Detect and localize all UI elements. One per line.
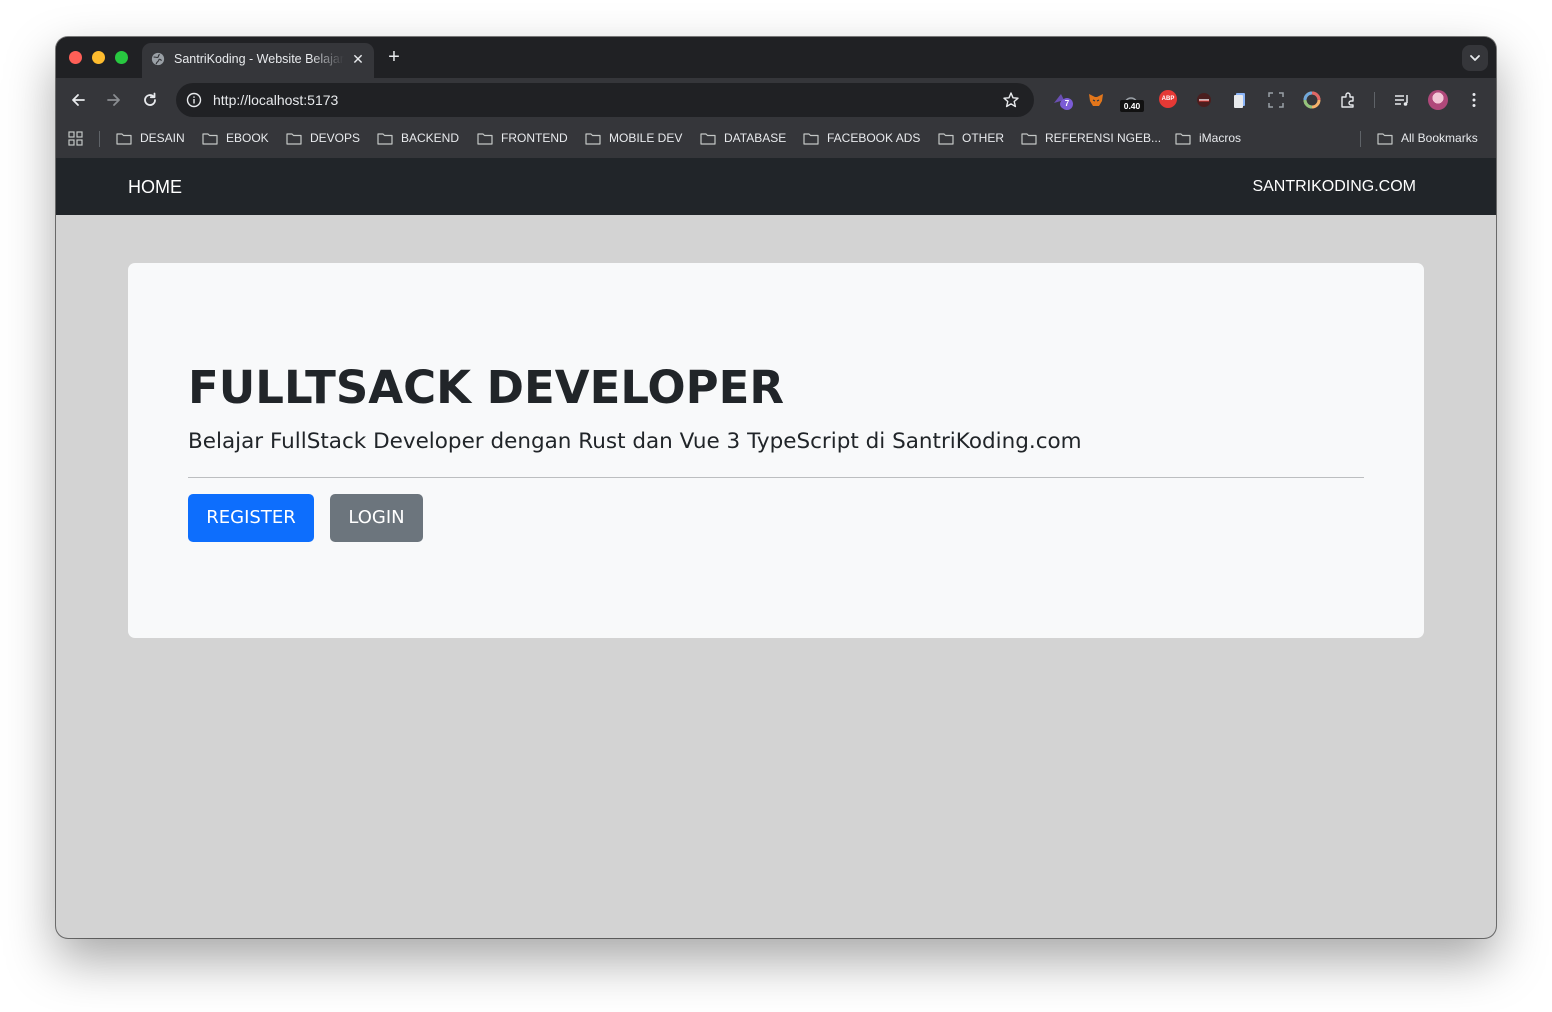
register-button[interactable]: REGISTER xyxy=(188,494,314,542)
bookmark-folder-mobile-dev[interactable]: MOBILE DEV xyxy=(585,122,682,154)
bookmark-label: DATABASE xyxy=(724,131,787,145)
bookmarks-separator xyxy=(1360,131,1361,147)
adblock-label: ABP xyxy=(1161,96,1175,102)
all-bookmarks-label: All Bookmarks xyxy=(1401,131,1478,145)
zoom-window-button[interactable] xyxy=(115,51,128,64)
all-bookmarks-button[interactable]: All Bookmarks xyxy=(1377,122,1478,154)
mustache-extension-icon[interactable] xyxy=(1195,91,1213,109)
folder-icon xyxy=(477,132,493,145)
bookmark-label: DEVOPS xyxy=(310,131,361,145)
site-info-icon[interactable] xyxy=(186,92,202,108)
toolbar-separator xyxy=(1374,92,1375,108)
folder-icon xyxy=(1377,132,1393,145)
minimize-window-button[interactable] xyxy=(92,51,105,64)
nav-brand-link[interactable]: SANTRIKODING.COM xyxy=(1252,177,1416,197)
new-tab-button[interactable]: + xyxy=(384,47,404,67)
bookmark-folder-ebook[interactable]: EBOOK xyxy=(202,122,269,154)
bookmark-label: EBOOK xyxy=(226,131,269,145)
bookmark-label: DESAIN xyxy=(140,131,185,145)
bookmark-folder-referensi[interactable]: REFERENSI NGEB... xyxy=(1021,122,1161,154)
folder-icon xyxy=(116,132,132,145)
folder-icon xyxy=(803,132,819,145)
login-button[interactable]: LOGIN xyxy=(330,494,423,542)
site-navbar: HOME SANTRIKODING.COM xyxy=(56,158,1496,215)
extensions-puzzle-icon[interactable] xyxy=(1339,91,1357,109)
tab-close-icon[interactable]: ✕ xyxy=(350,51,366,67)
bookmark-folder-imacros[interactable]: iMacros xyxy=(1175,122,1241,154)
hero-card: FULLTSACK DEVELOPER Belajar FullStack De… xyxy=(128,263,1424,638)
bookmark-label: FRONTEND xyxy=(501,131,568,145)
screenshot-extension-icon[interactable] xyxy=(1267,91,1285,109)
bookmarks-separator xyxy=(99,131,100,147)
bookmark-label: FACEBOOK ADS xyxy=(827,131,921,145)
folder-icon xyxy=(938,132,954,145)
bookmark-label: OTHER xyxy=(962,131,1004,145)
docs-extension-icon[interactable] xyxy=(1231,91,1249,109)
bookmark-folder-frontend[interactable]: FRONTEND xyxy=(477,122,568,154)
bookmark-label: iMacros xyxy=(1199,131,1242,145)
tab-strip: SantriKoding - Website Belajar Coding ✕ … xyxy=(56,37,1496,78)
hero-lead: Belajar FullStack Developer dengan Rust … xyxy=(188,429,1082,454)
folder-icon xyxy=(202,132,218,145)
apps-grid-icon[interactable] xyxy=(68,131,83,146)
folder-icon xyxy=(1175,132,1191,145)
forward-arrow-icon[interactable] xyxy=(104,90,124,110)
more-menu-icon[interactable] xyxy=(1465,91,1483,109)
media-control-icon[interactable] xyxy=(1393,91,1411,109)
profile-avatar[interactable] xyxy=(1428,90,1448,110)
back-arrow-icon[interactable] xyxy=(68,90,88,110)
tab-title: SantriKoding - Website Belajar Coding xyxy=(174,52,344,66)
address-bar[interactable]: http://localhost:5173 xyxy=(176,83,1034,117)
chevron-down-icon xyxy=(1470,55,1480,61)
folder-icon xyxy=(585,132,601,145)
browser-toolbar: http://localhost:5173 7 0.40 ABP xyxy=(56,78,1496,122)
page-viewport: HOME SANTRIKODING.COM FULLTSACK DEVELOPE… xyxy=(56,158,1496,938)
bookmark-label: BACKEND xyxy=(401,131,460,145)
bookmark-folder-devops[interactable]: DEVOPS xyxy=(286,122,360,154)
folder-icon xyxy=(1021,132,1037,145)
browser-tab-active[interactable]: SantriKoding - Website Belajar Coding ✕ xyxy=(142,43,374,78)
hero-divider xyxy=(188,477,1364,478)
extension-badge-count: 7 xyxy=(1061,98,1073,110)
bookmark-folder-desain[interactable]: DESAIN xyxy=(116,122,185,154)
close-window-button[interactable] xyxy=(69,51,82,64)
bookmark-star-icon[interactable] xyxy=(1002,91,1020,109)
bookmarks-bar: DESAIN EBOOK DEVOPS BACKEND FRONTEND MOB… xyxy=(56,122,1496,158)
address-url[interactable]: http://localhost:5173 xyxy=(213,92,338,108)
browser-window: SantriKoding - Website Belajar Coding ✕ … xyxy=(56,37,1496,938)
reload-icon[interactable] xyxy=(140,90,160,110)
metamask-fox-icon[interactable] xyxy=(1087,91,1105,109)
bookmark-folder-backend[interactable]: BACKEND xyxy=(377,122,459,154)
tab-search-button[interactable] xyxy=(1462,45,1488,71)
folder-icon xyxy=(377,132,393,145)
bookmark-folder-facebook-ads[interactable]: FACEBOOK ADS xyxy=(803,122,920,154)
folder-icon xyxy=(700,132,716,145)
nav-home-link[interactable]: HOME xyxy=(128,175,182,199)
adblock-extension-icon[interactable]: ABP xyxy=(1159,90,1177,108)
hero-title: FULLTSACK DEVELOPER xyxy=(188,361,785,414)
globe-icon xyxy=(151,52,165,66)
color-picker-extension-icon[interactable] xyxy=(1303,91,1321,109)
meter-extension-value: 0.40 xyxy=(1120,100,1144,112)
folder-icon xyxy=(286,132,302,145)
bookmark-folder-other[interactable]: OTHER xyxy=(938,122,1004,154)
bookmark-label: REFERENSI NGEB... xyxy=(1045,131,1162,145)
bookmark-folder-database[interactable]: DATABASE xyxy=(700,122,786,154)
bookmark-label: MOBILE DEV xyxy=(609,131,683,145)
